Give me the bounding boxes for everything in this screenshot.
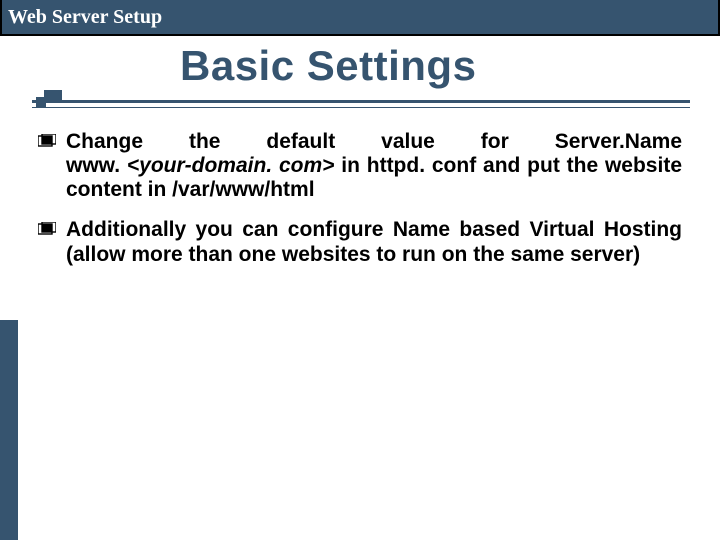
content-area: Change the default value for Server.Name… [38, 130, 682, 267]
bullet-item: Additionally you can configure Name base… [38, 218, 682, 266]
bullet-icon [38, 134, 56, 152]
text-fragment: Name [625, 130, 682, 153]
title-underline [32, 94, 690, 112]
text-fragment: Change the default value for Server. [66, 130, 625, 153]
side-strip [0, 320, 18, 540]
text-fragment: www. [66, 154, 127, 177]
bullet-icon [38, 222, 56, 240]
bullet-text: Change the default value for Server.Name… [66, 130, 682, 202]
header-bar: Web Server Setup [0, 0, 720, 36]
slide-title-wrap: Basic Settings [180, 42, 720, 90]
bullet-item: Change the default value for Server.Name… [38, 130, 682, 202]
slide-title: Basic Settings [180, 42, 720, 90]
text-fragment-italic: <your-domain. com> [127, 154, 335, 177]
header-title: Web Server Setup [8, 6, 162, 29]
bullet-text: Additionally you can configure Name base… [66, 218, 682, 266]
